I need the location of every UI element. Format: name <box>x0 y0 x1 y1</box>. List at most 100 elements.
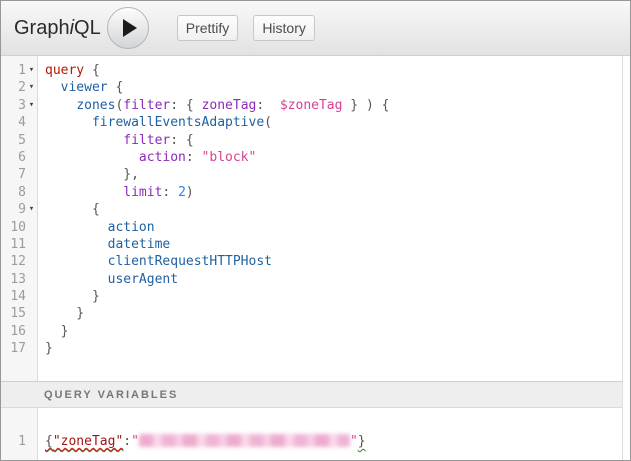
code-line[interactable]: } <box>45 288 622 305</box>
code-line[interactable]: zones(filter: { zoneTag: $zoneTag } ) { <box>45 97 622 114</box>
code-token: : { <box>170 133 193 148</box>
code-token <box>45 254 108 269</box>
code-token <box>45 272 108 287</box>
code-token: firewallEventsAdaptive <box>92 115 264 130</box>
line-number: 7 <box>1 166 26 183</box>
gutter-row: 8 <box>1 184 37 201</box>
code-token: "zoneTag" <box>53 434 123 449</box>
code-token: 2 <box>178 185 186 200</box>
code-line[interactable]: } <box>45 323 622 340</box>
fold-arrow-icon[interactable]: ▾ <box>26 79 37 96</box>
code-token: : <box>162 185 178 200</box>
code-token <box>45 115 92 130</box>
code-line[interactable]: clientRequestHTTPHost <box>45 253 622 270</box>
code-line[interactable]: query { <box>45 62 622 79</box>
code-token: "block" <box>202 150 257 165</box>
gutter-row: 12 <box>1 253 37 270</box>
line-number: 2 <box>1 79 26 96</box>
code-token: : <box>123 434 131 449</box>
execute-query-button[interactable] <box>107 7 149 49</box>
code-line[interactable]: {"zoneTag":""} <box>45 433 622 450</box>
code-token: " <box>131 434 139 449</box>
code-line[interactable]: } <box>45 305 622 322</box>
code-line[interactable]: }, <box>45 166 622 183</box>
code-token <box>45 98 76 113</box>
code-token <box>45 237 108 252</box>
gutter-row: 11 <box>1 236 37 253</box>
logo-text: Graph <box>14 17 70 39</box>
gutter-row: 1▾ <box>1 62 37 79</box>
line-number: 3 <box>1 97 26 114</box>
gutter-row: 10 <box>1 219 37 236</box>
line-number: 16 <box>1 323 26 340</box>
code-token: ( <box>264 115 272 130</box>
code-token: zones <box>76 98 115 113</box>
code-line[interactable]: filter: { <box>45 132 622 149</box>
fold-arrow-icon[interactable]: ▾ <box>26 201 37 218</box>
code-line[interactable]: } <box>45 340 622 357</box>
code-token: : <box>186 150 202 165</box>
code-token: filter <box>123 133 170 148</box>
code-line[interactable]: limit: 2) <box>45 184 622 201</box>
code-token: action <box>139 150 186 165</box>
code-token: $zoneTag <box>280 98 343 113</box>
code-token <box>45 185 123 200</box>
variables-editor-code[interactable]: {"zoneTag":""} <box>39 408 622 450</box>
line-number: 9 <box>1 201 26 218</box>
code-token <box>45 133 123 148</box>
code-token: } <box>45 341 53 356</box>
code-token: { <box>108 80 124 95</box>
lint-underline: "zoneTag" <box>53 434 123 449</box>
gutter-row: 6 <box>1 149 37 166</box>
code-token: }, <box>45 167 139 182</box>
code-token: limit <box>123 185 162 200</box>
graphiql-logo: GraphiQL <box>14 17 101 40</box>
code-token: } ) { <box>342 98 389 113</box>
line-number: 8 <box>1 184 26 201</box>
code-line[interactable]: action: "block" <box>45 149 622 166</box>
code-line[interactable]: userAgent <box>45 271 622 288</box>
code-line[interactable]: datetime <box>45 236 622 253</box>
query-editor[interactable]: 1▾2▾3▾456789▾1011121314151617 query { vi… <box>1 56 622 381</box>
code-line[interactable]: { <box>45 201 622 218</box>
gutter-row: 4 <box>1 114 37 131</box>
gutter-row: 7 <box>1 166 37 183</box>
graphiql-window: GraphiQL Prettify History 1▾2▾3▾456789▾1… <box>0 0 631 461</box>
history-button[interactable]: History <box>253 15 315 41</box>
code-token: : { <box>170 98 201 113</box>
query-editor-code[interactable]: query { viewer { zones(filter: { zoneTag… <box>39 56 622 358</box>
prettify-button[interactable]: Prettify <box>177 15 239 41</box>
line-number: 4 <box>1 114 26 131</box>
code-token: } <box>358 434 366 449</box>
result-pane <box>623 56 630 460</box>
line-number: 1 <box>1 433 26 450</box>
query-variables-header[interactable]: QUERY VARIABLES <box>1 381 622 408</box>
code-token: action <box>108 220 155 235</box>
gutter-row: 14 <box>1 288 37 305</box>
code-token: userAgent <box>108 272 178 287</box>
code-token: { <box>45 202 100 217</box>
code-token: ) <box>186 185 194 200</box>
code-line[interactable]: viewer { <box>45 79 622 96</box>
variables-editor-gutter: 1 <box>1 408 38 460</box>
code-token: viewer <box>61 80 108 95</box>
code-line[interactable]: firewallEventsAdaptive( <box>45 114 622 131</box>
line-number: 12 <box>1 253 26 270</box>
toolbar: GraphiQL Prettify History <box>1 1 630 56</box>
code-token <box>45 220 108 235</box>
code-token: : <box>256 98 279 113</box>
code-token: query <box>45 63 84 78</box>
gutter-row: 16 <box>1 323 37 340</box>
gutter-row: 17 <box>1 340 37 357</box>
variables-editor[interactable]: 1 {"zoneTag":""} <box>1 408 622 460</box>
gutter-row: 2▾ <box>1 79 37 96</box>
code-token: filter <box>123 98 170 113</box>
gutter-row: 13 <box>1 271 37 288</box>
fold-arrow-icon[interactable]: ▾ <box>26 97 37 114</box>
main-area: 1▾2▾3▾456789▾1011121314151617 query { vi… <box>1 56 630 460</box>
line-number: 1 <box>1 62 26 79</box>
gutter-row: 3▾ <box>1 97 37 114</box>
fold-arrow-icon[interactable]: ▾ <box>26 62 37 79</box>
code-line[interactable]: action <box>45 219 622 236</box>
code-token: " <box>350 434 358 449</box>
